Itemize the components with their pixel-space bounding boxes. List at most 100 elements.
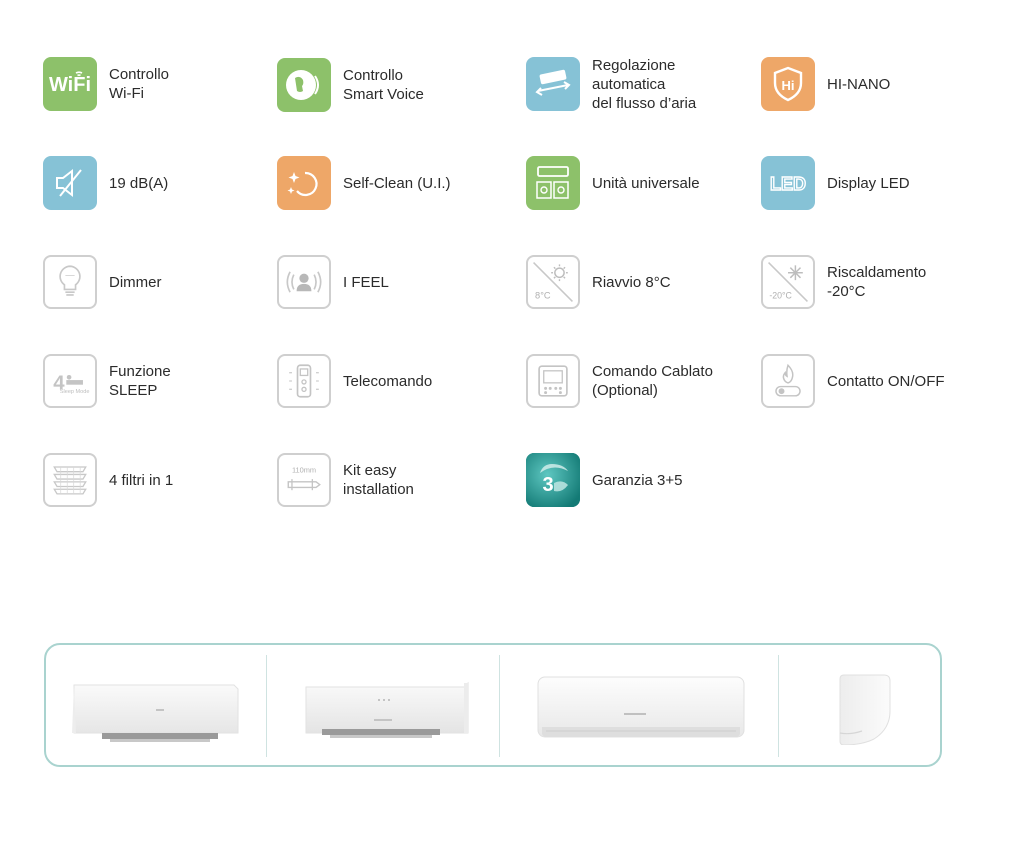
feature-heating-minus-20: -20°C Riscaldamento -20°C — [761, 254, 926, 310]
indoor-unit-right-angle-image — [300, 679, 472, 750]
label-line: 4 filtri in 1 — [109, 471, 174, 489]
feature-warranty: 3 Garanzia 3+5 — [526, 452, 682, 508]
mute-speaker-icon — [43, 156, 97, 210]
warranty-3-5-icon: 3 — [526, 453, 580, 507]
feature-label: Dimmer — [109, 273, 162, 292]
label-line: I FEEL — [343, 273, 389, 291]
strip-divider — [778, 655, 779, 757]
feature-noise-level: 19 dB(A) — [43, 155, 168, 211]
label-line: (Optional) — [592, 382, 658, 399]
feature-label: Contatto ON/OFF — [827, 372, 945, 391]
label-line: -20°C — [827, 283, 866, 300]
feature-remote-control: Telecomando — [277, 353, 432, 409]
label-line: Kit easy — [343, 462, 397, 479]
feature-airflow: Regolazione automatica del flusso d’aria — [526, 56, 696, 112]
label-line: Controllo — [343, 67, 404, 84]
feature-dimmer: Dimmer — [43, 254, 162, 310]
hi-nano-shield-icon: Hi — [761, 57, 815, 111]
wired-controller-icon — [526, 354, 580, 408]
label-line: SLEEP — [109, 382, 158, 399]
label-line: Riavvio 8°C — [592, 273, 671, 291]
feature-easy-install: 110mm Kit easy installation — [277, 452, 414, 508]
strip-divider — [499, 655, 500, 757]
label-line: Riscaldamento — [827, 264, 927, 281]
icon-caption: -20°C — [769, 291, 792, 301]
icon-caption: 8°C — [535, 291, 551, 301]
label-line: HI-NANO — [827, 75, 891, 93]
feature-label: Self-Clean (U.I.) — [343, 174, 451, 193]
heating-snowflake-icon: -20°C — [761, 255, 815, 309]
label-line: Self-Clean (U.I.) — [343, 174, 451, 192]
i-feel-person-icon — [277, 255, 331, 309]
feature-label: HI-NANO — [827, 75, 890, 94]
feature-four-filters: 4 filtri in 1 — [43, 452, 173, 508]
product-strip — [44, 643, 942, 767]
universal-unit-icon — [526, 156, 580, 210]
four-filters-icon — [43, 453, 97, 507]
label-line: Telecomando — [343, 372, 433, 390]
dimmer-bulb-icon — [43, 255, 97, 309]
feature-restart-8c: 8°C Riavvio 8°C — [526, 254, 671, 310]
feature-wired-controller: Comando Cablato (Optional) — [526, 353, 713, 409]
feature-wifi: WiFi Controllo Wi-Fi — [43, 56, 169, 112]
svg-text:LED: LED — [770, 174, 806, 194]
strip-divider — [266, 655, 267, 757]
label-line: Dimmer — [109, 273, 162, 291]
feature-label: Comando Cablato (Optional) — [592, 362, 713, 400]
feature-label: Riscaldamento -20°C — [827, 263, 926, 301]
icon-digit: 3 — [542, 474, 553, 496]
feature-label: Controllo Wi-Fi — [109, 65, 169, 103]
restart-8c-sun-icon: 8°C — [526, 255, 580, 309]
feature-universal-unit: Unità universale — [526, 155, 700, 211]
label-line: Display LED — [827, 174, 910, 192]
feature-label: Riavvio 8°C — [592, 273, 671, 292]
feature-label: Telecomando — [343, 372, 432, 391]
feature-led-display: LED Display LED — [761, 155, 910, 211]
feature-label: I FEEL — [343, 273, 389, 292]
feature-label: Controllo Smart Voice — [343, 66, 424, 104]
label-line: Smart Voice — [343, 86, 424, 103]
label-line: Comando Cablato — [592, 363, 713, 380]
label-line: Funzione — [109, 363, 171, 380]
feature-label: Unità universale — [592, 174, 700, 193]
indoor-unit-left-angle-image — [70, 679, 240, 750]
led-display-icon: LED — [761, 156, 815, 210]
label-line: Wi-Fi — [109, 85, 144, 102]
sleep-mode-icon: 4 Sleep Mode — [43, 354, 97, 408]
icon-caption: Sleep Mode — [60, 389, 90, 395]
feature-smart-voice: Controllo Smart Voice — [277, 57, 424, 113]
feature-label: Kit easy installation — [343, 461, 414, 499]
feature-label: Garanzia 3+5 — [592, 471, 682, 490]
label-line: Unità universale — [592, 174, 700, 192]
self-clean-sparkle-icon — [277, 156, 331, 210]
svg-text:WiFi: WiFi — [49, 74, 91, 96]
feature-label: Display LED — [827, 174, 910, 193]
feature-i-feel: I FEEL — [277, 254, 389, 310]
feature-sleep: 4 Sleep Mode Funzione SLEEP — [43, 353, 171, 409]
icon-caption: 110mm — [292, 466, 316, 475]
feature-label: 4 filtri in 1 — [109, 471, 173, 490]
smart-voice-icon — [277, 58, 331, 112]
label-line: Garanzia 3+5 — [592, 471, 683, 489]
indoor-unit-side-image — [832, 673, 894, 750]
label-line: installation — [343, 481, 414, 498]
label-line: automatica — [592, 75, 666, 93]
svg-text:Hi: Hi — [782, 78, 795, 93]
remote-control-icon — [277, 354, 331, 408]
feature-label: Regolazione automatica del flusso d’aria — [592, 56, 696, 113]
on-off-contact-flame-icon — [761, 354, 815, 408]
label-line: del flusso d’aria — [592, 94, 697, 112]
label-line: 19 dB(A) — [109, 174, 169, 192]
airflow-icon — [526, 57, 580, 111]
feature-label: 19 dB(A) — [109, 174, 168, 193]
label-line: Contatto ON/OFF — [827, 372, 945, 390]
label-line: Controllo — [109, 66, 170, 83]
feature-on-off-contact: Contatto ON/OFF — [761, 353, 945, 409]
easy-install-kit-icon: 110mm — [277, 453, 331, 507]
indoor-unit-front-image — [534, 675, 748, 750]
wifi-icon: WiFi — [43, 57, 97, 111]
feature-label: Funzione SLEEP — [109, 362, 171, 400]
feature-self-clean: Self-Clean (U.I.) — [277, 155, 451, 211]
label-line: Regolazione — [592, 56, 676, 74]
feature-hi-nano: Hi HI-NANO — [761, 56, 890, 112]
